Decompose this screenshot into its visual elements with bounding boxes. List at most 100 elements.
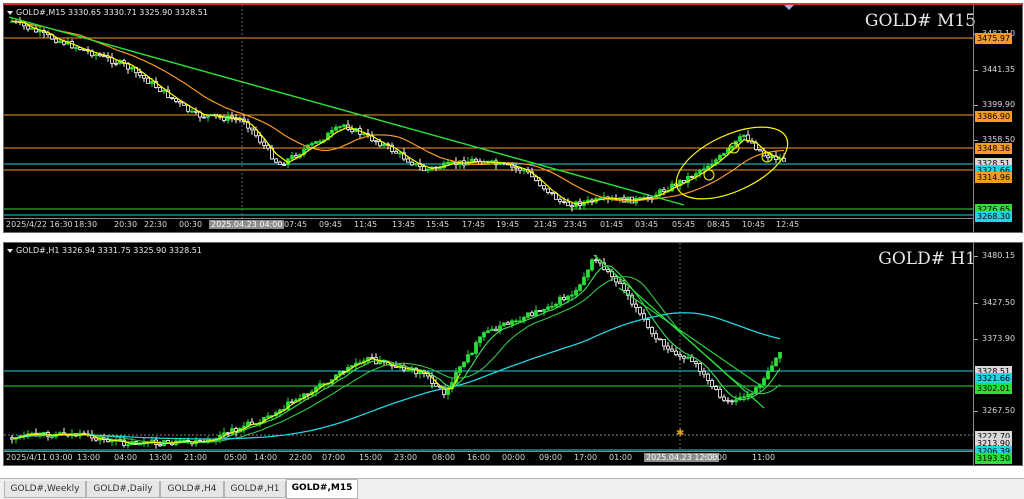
- h1-watermark: GOLD# H1: [878, 249, 976, 269]
- m15-candle-body: [74, 47, 78, 50]
- time-tick-label: 13:00: [149, 453, 173, 462]
- price-tick-label: 3373.90: [973, 334, 1016, 343]
- m15-candle-body: [474, 158, 478, 162]
- m15-candle-body: [338, 126, 342, 128]
- trendline-green: [8, 16, 685, 206]
- time-tick-label: 14:00: [254, 453, 278, 462]
- m15-candle-body: [310, 143, 314, 146]
- time-tick-label: 04:00: [114, 453, 138, 462]
- h1-candle-body: [674, 350, 678, 356]
- tab-m15[interactable]: GOLD#,M15: [286, 479, 358, 499]
- tab-h4[interactable]: GOLD#,H4: [160, 481, 224, 498]
- tab-h1[interactable]: GOLD#,H1: [224, 481, 286, 498]
- h1-candle-body: [474, 342, 478, 354]
- h1-candle-body: [94, 437, 98, 441]
- h1-candle-body: [770, 365, 774, 372]
- m15-candle-body: [518, 167, 522, 171]
- h1-candle-body: [578, 284, 582, 291]
- h1-candle-body: [554, 303, 558, 307]
- m15-candle-body: [314, 141, 318, 144]
- h1-candle-body: [138, 443, 142, 446]
- moving-average-fast: [11, 265, 781, 445]
- m15-candle-body: [522, 169, 526, 172]
- m15-candle-body: [282, 164, 286, 166]
- m15-candle-body: [742, 134, 746, 137]
- m15-candle-body: [730, 145, 734, 150]
- m15-candle-body: [146, 77, 150, 84]
- h1-candle-body: [502, 322, 506, 327]
- m15-candle-body: [598, 197, 602, 200]
- m15-candle-body: [290, 155, 294, 160]
- m15-candle-body: [702, 168, 706, 171]
- m15-candle-body: [450, 161, 454, 164]
- time-tick-label: 13:00: [77, 453, 101, 462]
- m15-candle-body: [278, 161, 282, 165]
- h1-candle-body: [702, 370, 706, 375]
- m15-candle-body: [410, 161, 414, 166]
- tab-weekly[interactable]: GOLD#,Weekly: [4, 481, 86, 498]
- chart-tab-bar: GOLD#,Weekly GOLD#,Daily GOLD#,H4 GOLD#,…: [0, 478, 1024, 499]
- time-tick-label: 02:00: [704, 453, 728, 462]
- m15-candle-body: [350, 128, 354, 133]
- m15-candle-body: [26, 25, 30, 30]
- m15-candle-body: [438, 167, 442, 170]
- time-tick-label: 23:00: [394, 453, 418, 462]
- h1-candle-body: [666, 345, 670, 350]
- h1-candle-body: [654, 333, 658, 340]
- m15-candle-body: [782, 157, 786, 162]
- annotation-circle: [703, 169, 715, 181]
- m15-price-plot[interactable]: [4, 5, 974, 219]
- price-tick-label: 3399.90: [973, 100, 1016, 109]
- m15-candle-body: [206, 115, 210, 118]
- tab-daily[interactable]: GOLD#,Daily: [86, 481, 160, 498]
- m15-candle-body: [266, 144, 270, 149]
- m15-candle-body: [562, 201, 566, 203]
- m15-candle-body: [202, 116, 206, 119]
- price-tick-label: 3267.50: [973, 406, 1016, 415]
- m15-candle-body: [758, 149, 762, 152]
- h1-candle-body: [650, 327, 654, 335]
- moving-average-orange: [11, 20, 785, 202]
- h1-candle-body: [406, 369, 410, 372]
- h1-candle-body: [42, 432, 46, 434]
- h1-candle-body: [698, 363, 702, 372]
- h1-candle-body: [546, 306, 550, 310]
- h1-candle-body: [558, 296, 562, 305]
- time-tick-label: 16:00: [467, 453, 491, 462]
- m15-candle-body: [262, 141, 266, 146]
- h1-candle-body: [730, 400, 734, 403]
- price-level-label: 3314.96: [975, 172, 1013, 183]
- h1-candle-body: [662, 339, 666, 347]
- m15-candle-body: [362, 133, 366, 136]
- m15-candle-body: [130, 66, 134, 70]
- dropdown-triangle-icon[interactable]: [7, 248, 13, 253]
- price-level-label: 3386.90: [975, 111, 1013, 122]
- annotation-ellipse: [675, 126, 789, 200]
- h1-chart-window[interactable]: ✱ GOLD#,H1 3326.94 3331.75 3325.90 3328.…: [3, 242, 1023, 466]
- m15-candle-body: [374, 140, 378, 143]
- h1-price-plot[interactable]: ✱: [4, 243, 974, 452]
- m15-candle-body: [722, 153, 726, 156]
- m15-candle-body: [250, 127, 254, 131]
- m15-candle-body: [222, 116, 226, 121]
- m15-chart-window[interactable]: GOLD#,M15 3330.65 3330.71 3325.90 3328.5…: [3, 3, 1023, 233]
- h1-candle-body: [566, 295, 570, 301]
- h1-candle-body: [778, 352, 782, 359]
- h1-candle-body: [766, 371, 770, 380]
- h1-price-axis[interactable]: 3480.15 3427.50 3373.90 3267.50 3328.51 3321.…: [973, 243, 1022, 465]
- h1-time-axis[interactable]: 2025/4/11 03:00 13:00 04:00 13:00 21:00 05:00…: [4, 451, 974, 465]
- shift-marker-icon[interactable]: [784, 5, 794, 10]
- m15-candle-body: [294, 155, 298, 158]
- m15-price-axis[interactable]: 3482.103441.353399.903358.503475.973386.…: [973, 5, 1022, 232]
- h1-candle-body: [482, 332, 486, 338]
- h1-candle-body: [658, 338, 662, 341]
- dropdown-triangle-icon[interactable]: [7, 10, 13, 15]
- m15-candle-body: [422, 166, 426, 172]
- m15-candle-body: [30, 27, 34, 30]
- m15-candle-body: [754, 142, 758, 150]
- h1-candle-body: [494, 328, 498, 332]
- h1-candle-body: [486, 330, 490, 333]
- m15-candle-body: [446, 161, 450, 164]
- h1-candle-body: [290, 401, 294, 404]
- h1-candle-body: [126, 444, 130, 447]
